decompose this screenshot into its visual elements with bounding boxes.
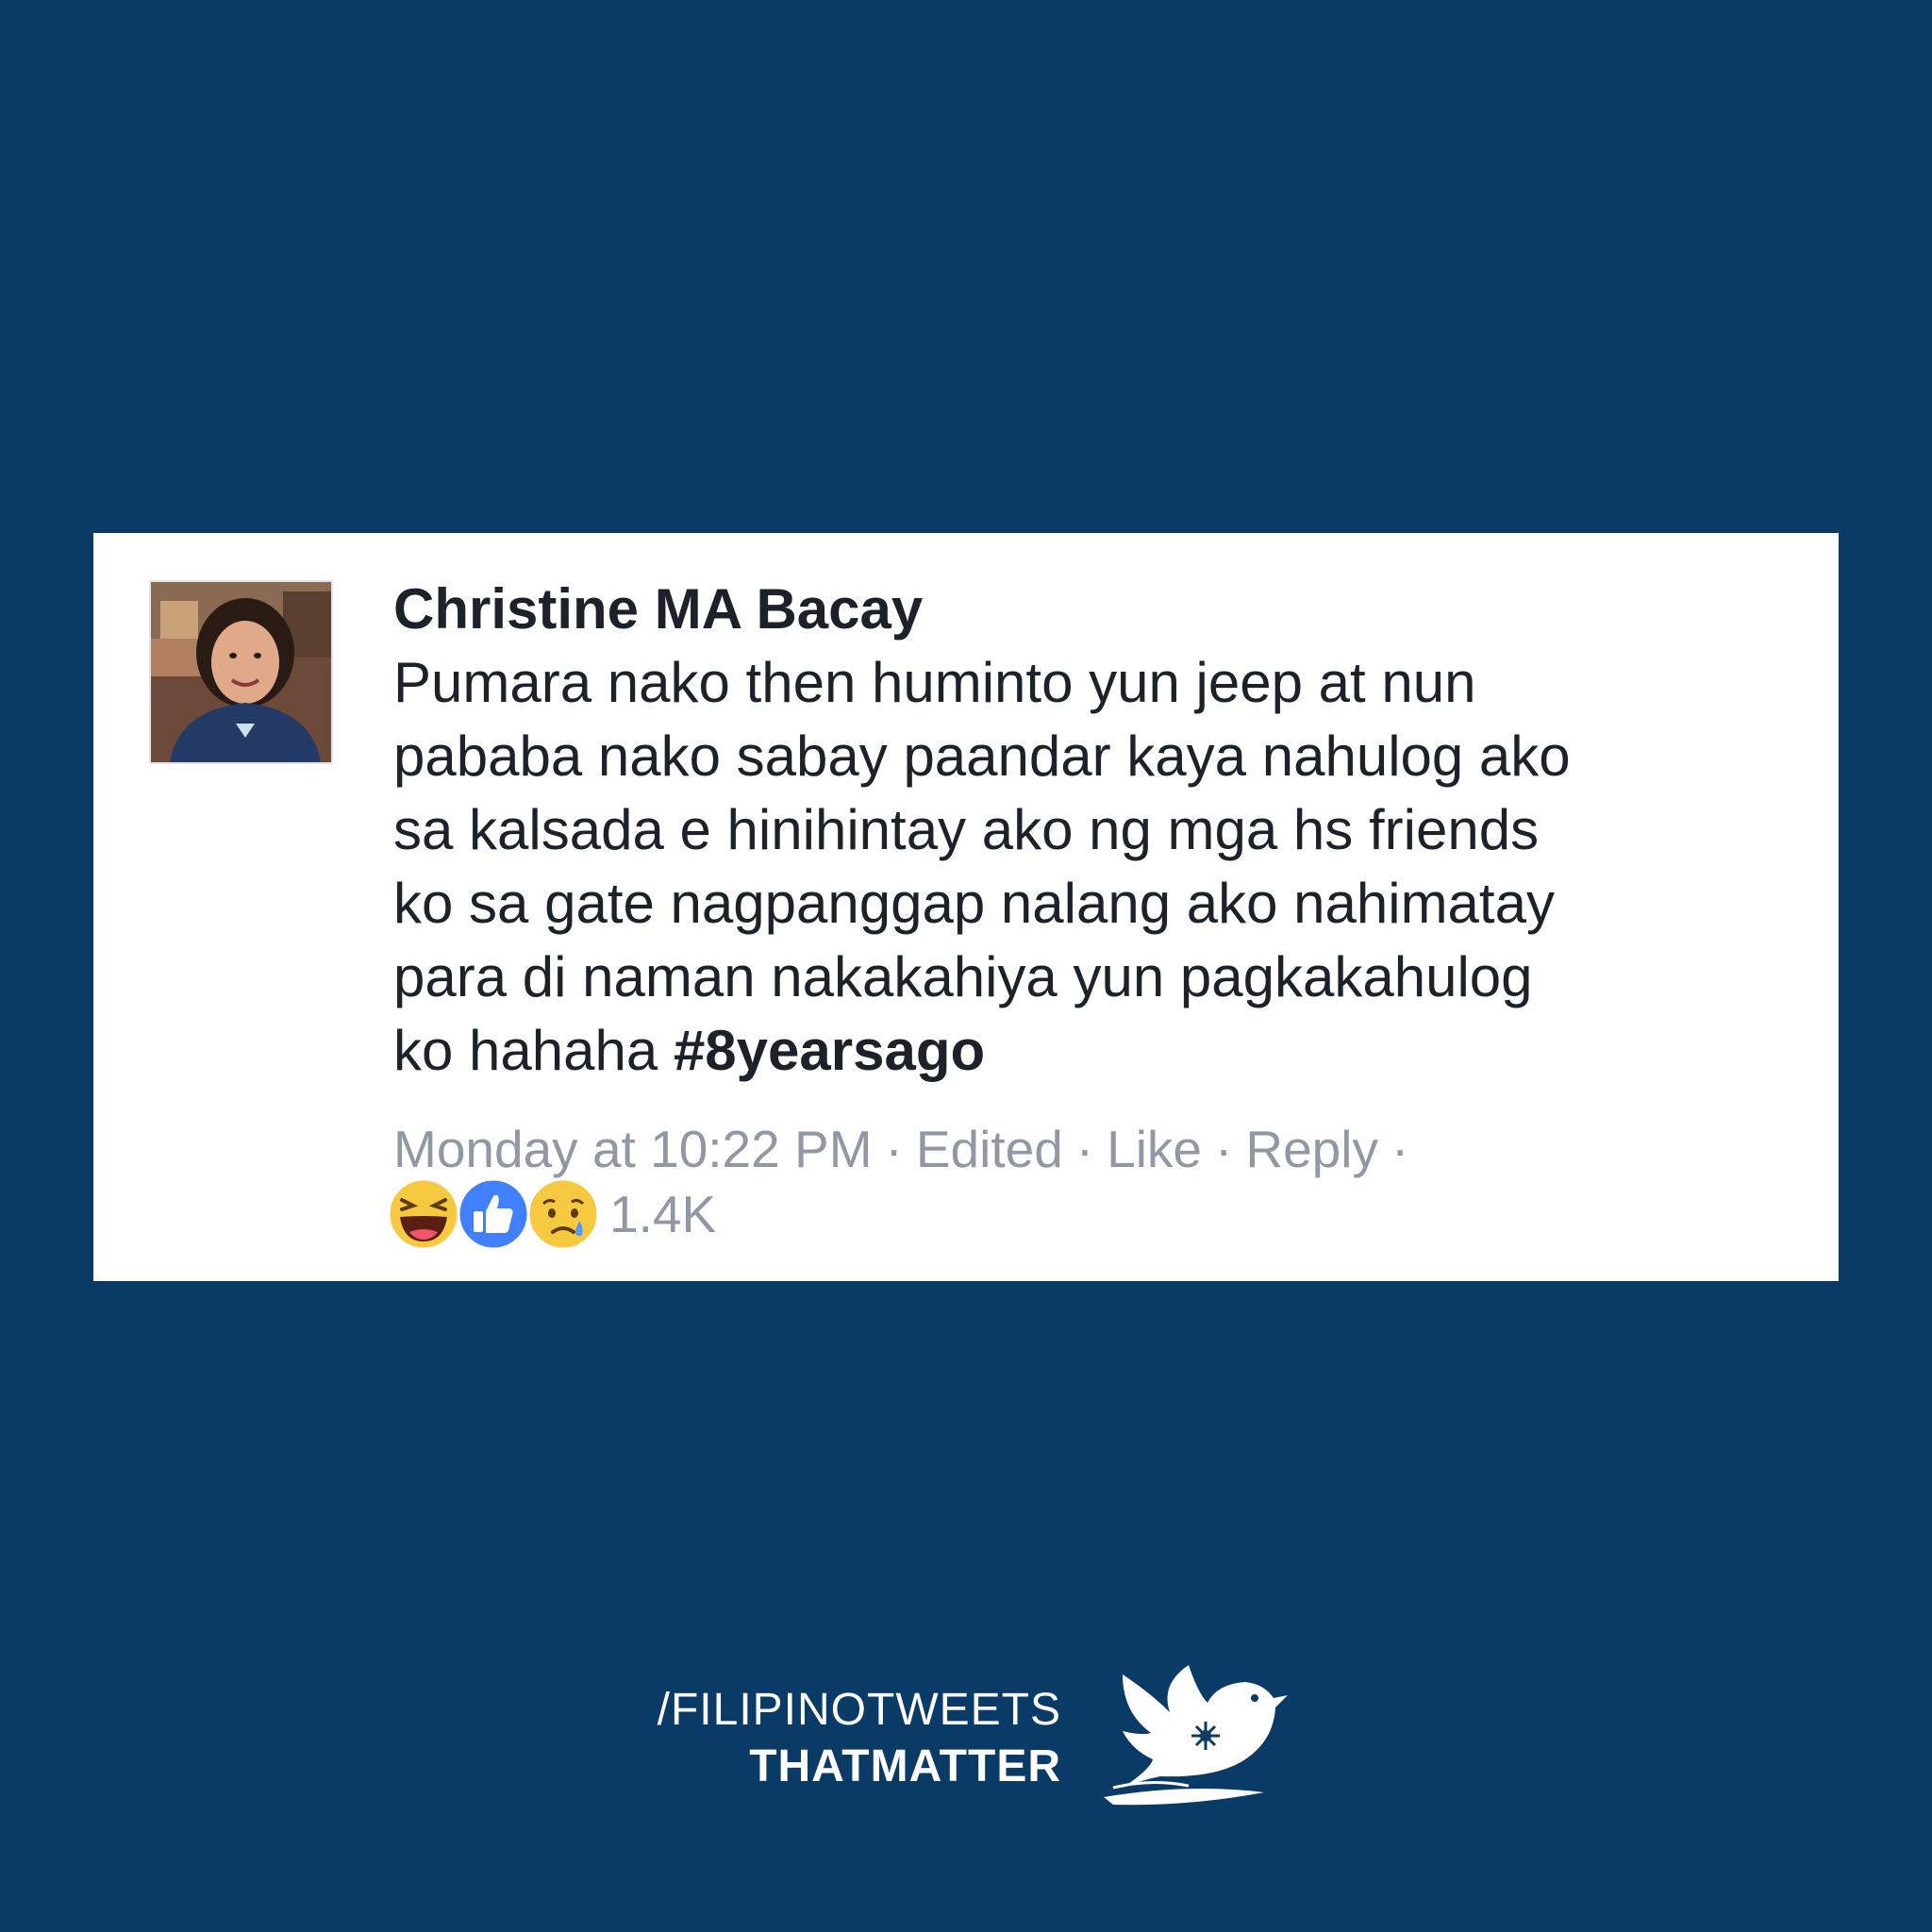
comment-content: Christine MA Bacay Pumara nako then humi… [393, 573, 1808, 1182]
reply-button[interactable]: Reply [1245, 1120, 1378, 1178]
avatar-photo [151, 582, 331, 762]
timestamp[interactable]: Monday at 10:22 PM [393, 1120, 873, 1178]
comment-card: Christine MA Bacay Pumara nako then humi… [93, 533, 1839, 1281]
edited-label[interactable]: Edited [916, 1120, 1063, 1178]
brand-line2: THATMATTER [749, 1741, 1061, 1791]
comment-line: Pumara nako then huminto yun jeep at nun [393, 651, 1476, 714]
separator: · [1215, 1120, 1233, 1178]
avatar[interactable] [149, 580, 333, 764]
hashtag-link[interactable]: #8yearsago [674, 1019, 985, 1082]
brand-line1: /FILIPINOTWEETS [657, 1685, 1061, 1735]
bird-icon [1104, 1665, 1288, 1806]
comment-last-line: ko hahaha #8yearsago [393, 1014, 1808, 1088]
like-reaction-icon [457, 1177, 530, 1251]
separator: · [1391, 1120, 1409, 1178]
separator: · [885, 1120, 903, 1178]
haha-reaction-icon [387, 1177, 460, 1251]
reaction-count: 1.4K [609, 1185, 717, 1243]
sad-reaction-icon [526, 1177, 600, 1251]
comment-body: Pumara nako then huminto yun jeep at nun… [393, 646, 1808, 1088]
brand-watermark: /FILIPINOTWEETS THATMATTER [651, 1665, 1311, 1816]
comment-meta: Monday at 10:22 PM · Edited · Like · Reply · [393, 1116, 1808, 1182]
reactions-summary[interactable]: 1.4K [387, 1176, 716, 1252]
comment-line: ko sa gate nagpanggap nalang ako nahimat… [393, 872, 1555, 935]
author-name[interactable]: Christine MA Bacay [393, 573, 1808, 646]
comment-line: pababa nako sabay paandar kaya nahulog a… [393, 724, 1571, 788]
separator: · [1075, 1120, 1094, 1178]
like-button[interactable]: Like [1107, 1120, 1202, 1178]
comment-line: para di naman nakakahiya yun pagkakahulo… [393, 945, 1533, 1008]
comment-line-prefix: ko hahaha [393, 1019, 674, 1082]
comment-line: sa kalsada e hinihintay ako ng mga hs fr… [393, 798, 1540, 861]
